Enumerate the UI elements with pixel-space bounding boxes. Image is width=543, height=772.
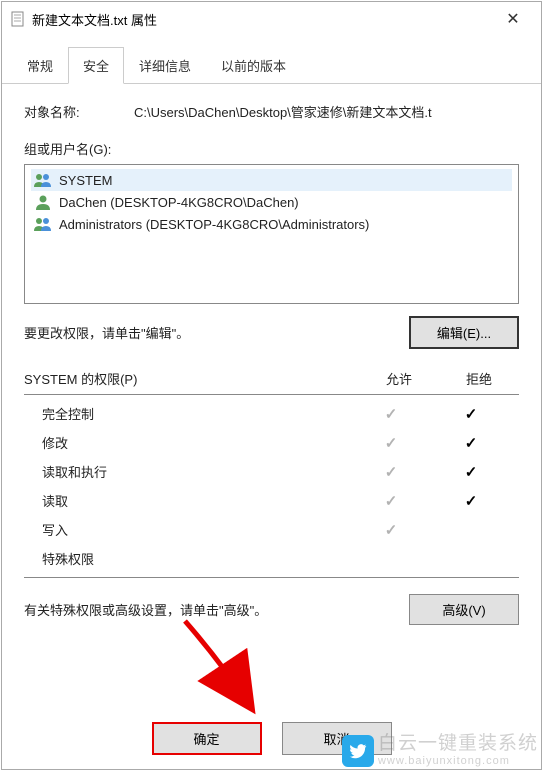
perm-row: 修改 ✓ ✓ [24, 428, 519, 457]
perm-row: 完全控制 ✓ ✓ [24, 399, 519, 428]
deny-check-icon: ✓ [431, 492, 511, 510]
ok-button[interactable]: 确定 [152, 722, 262, 755]
list-item[interactable]: Administrators (DESKTOP-4KG8CRO\Administ… [31, 213, 512, 235]
list-item[interactable]: SYSTEM [31, 169, 512, 191]
tab-strip: 常规 安全 详细信息 以前的版本 [2, 46, 541, 84]
properties-dialog: 新建文本文档.txt 属性 ✕ 常规 安全 详细信息 以前的版本 对象名称: C… [1, 1, 542, 770]
tab-previous-versions[interactable]: 以前的版本 [206, 47, 301, 84]
window-title: 新建文本文档.txt 属性 [32, 10, 493, 29]
list-item-label: DaChen (DESKTOP-4KG8CRO\DaChen) [59, 195, 299, 210]
tab-security[interactable]: 安全 [68, 47, 124, 84]
object-row: 对象名称: C:\Users\DaChen\Desktop\管家速修\新建文本文… [24, 102, 519, 121]
allow-check-icon: ✓ [351, 492, 431, 510]
object-path: C:\Users\DaChen\Desktop\管家速修\新建文本文档.t [134, 102, 519, 121]
deny-check-icon: ✓ [431, 463, 511, 481]
users-icon [33, 172, 53, 188]
titlebar: 新建文本文档.txt 属性 ✕ [2, 2, 541, 36]
user-icon [33, 194, 53, 210]
perm-row: 读取和执行 ✓ ✓ [24, 457, 519, 486]
advanced-button[interactable]: 高级(V) [409, 594, 519, 625]
edit-row: 要更改权限，请单击"编辑"。 编辑(E)... [24, 316, 519, 349]
tab-details[interactable]: 详细信息 [124, 47, 206, 84]
allow-check-icon: ✓ [351, 521, 431, 539]
advanced-hint: 有关特殊权限或高级设置，请单击"高级"。 [24, 600, 409, 619]
perm-row: 特殊权限 [24, 544, 519, 573]
advanced-row: 有关特殊权限或高级设置，请单击"高级"。 高级(V) [24, 594, 519, 625]
allow-header: 允许 [359, 369, 439, 388]
perm-name: 修改 [32, 433, 351, 452]
deny-check-icon: ✓ [431, 434, 511, 452]
list-item[interactable]: DaChen (DESKTOP-4KG8CRO\DaChen) [31, 191, 512, 213]
users-icon [33, 216, 53, 232]
allow-check-icon: ✓ [351, 405, 431, 423]
list-item-label: SYSTEM [59, 173, 112, 188]
object-label: 对象名称: [24, 102, 134, 121]
deny-check-icon: ✓ [431, 405, 511, 423]
perm-name: 写入 [32, 520, 351, 539]
permissions-title: SYSTEM 的权限(P) [24, 369, 359, 388]
allow-check-icon: ✓ [351, 463, 431, 481]
perm-name: 读取 [32, 491, 351, 510]
dialog-buttons: 确定 取消 [2, 708, 541, 769]
groups-label: 组或用户名(G): [24, 139, 519, 158]
edit-hint: 要更改权限，请单击"编辑"。 [24, 323, 409, 342]
tab-general[interactable]: 常规 [12, 47, 68, 84]
perm-name: 特殊权限 [32, 549, 351, 568]
allow-check-icon: ✓ [351, 434, 431, 452]
list-item-label: Administrators (DESKTOP-4KG8CRO\Administ… [59, 217, 369, 232]
document-icon [10, 11, 26, 27]
permissions-list: 完全控制 ✓ ✓ 修改 ✓ ✓ 读取和执行 ✓ ✓ 读取 ✓ ✓ 写入 ✓ [24, 394, 519, 578]
perm-row: 写入 ✓ [24, 515, 519, 544]
permissions-header: SYSTEM 的权限(P) 允许 拒绝 [24, 369, 519, 388]
cancel-button[interactable]: 取消 [282, 722, 392, 755]
perm-name: 读取和执行 [32, 462, 351, 481]
perm-name: 完全控制 [32, 404, 351, 423]
close-button[interactable]: ✕ [493, 9, 533, 29]
user-listbox[interactable]: SYSTEM DaChen (DESKTOP-4KG8CRO\DaChen) A… [24, 164, 519, 304]
perm-row: 读取 ✓ ✓ [24, 486, 519, 515]
tab-content: 对象名称: C:\Users\DaChen\Desktop\管家速修\新建文本文… [2, 84, 541, 708]
edit-button[interactable]: 编辑(E)... [409, 316, 519, 349]
deny-header: 拒绝 [439, 369, 519, 388]
